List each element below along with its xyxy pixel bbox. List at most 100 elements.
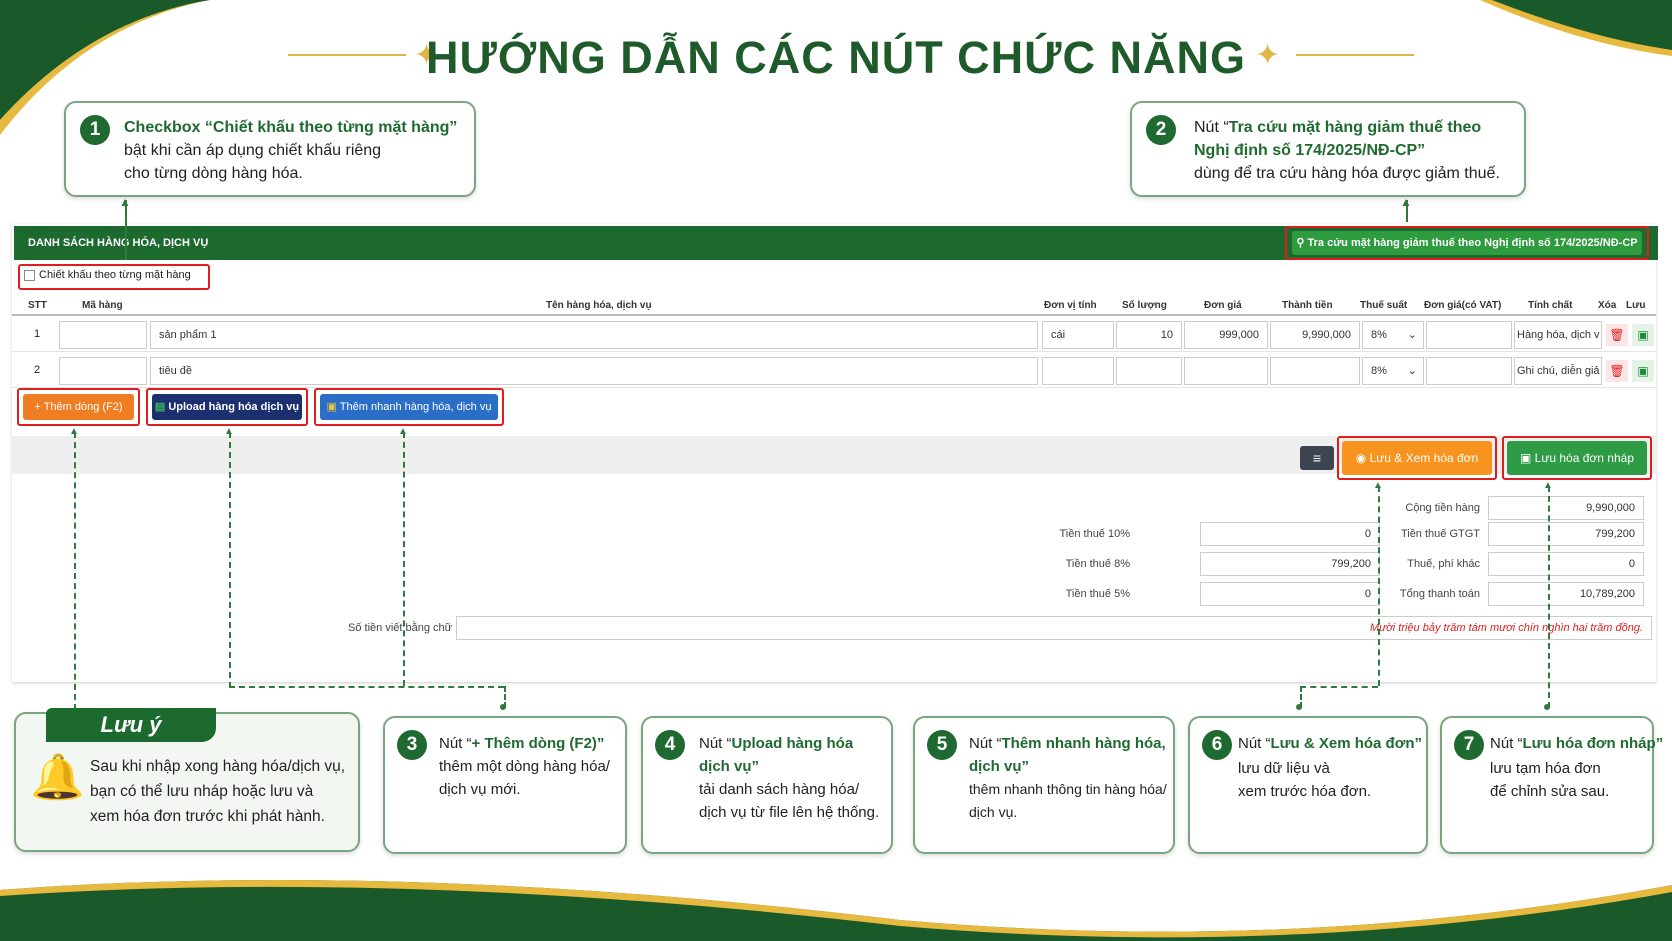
table-row: 1 sản phẩm 1 cái 10 999,000 9,990,000 8%… — [12, 318, 1656, 352]
col-delete: Xóa — [1598, 300, 1617, 311]
arrow-up-icon: ▲ — [224, 426, 234, 437]
note-title: Lưu ý — [46, 708, 216, 742]
row-price-vat-input[interactable] — [1426, 321, 1512, 349]
col-code: Mã hàng — [82, 300, 123, 311]
total-value: 0 — [1200, 582, 1380, 606]
add-row-button[interactable]: + Thêm dòng (F2) — [23, 394, 134, 420]
row-nature-select[interactable]: Hàng hóa, dịch v — [1514, 321, 1602, 349]
row-amount-input[interactable] — [1270, 357, 1360, 385]
excel-icon: ▤ — [154, 401, 169, 413]
save-icon[interactable]: ▣ — [1632, 324, 1654, 346]
total-value: 799,200 — [1200, 552, 1380, 576]
connector-6 — [1378, 486, 1380, 686]
callout-6: 6 Nút “Lưu & Xem hóa đơn” lưu dữ liệu và… — [1188, 716, 1428, 854]
callout-title: dịch vụ” — [969, 758, 1030, 775]
row-name-input[interactable]: sản phẩm 1 — [150, 321, 1038, 349]
callout-text: tải danh sách hàng hóa/ — [699, 781, 860, 798]
chevron-down-icon: ⌄ — [1407, 329, 1417, 341]
discount-checkbox[interactable] — [24, 270, 35, 281]
note-text: xem hóa đơn trước khi phát hành. — [90, 808, 325, 825]
save-icon[interactable]: ▣ — [1632, 360, 1654, 382]
callout-3: 3 Nút “+ Thêm dòng (F2)” thêm một dòng h… — [383, 716, 627, 854]
row-price-input[interactable] — [1184, 357, 1268, 385]
callout-4: 4 Nút “Upload hàng hóa dịch vụ” tải danh… — [641, 716, 893, 854]
upload-items-button[interactable]: ▤ Upload hàng hóa dịch vụ — [152, 394, 302, 420]
trash-icon[interactable]: 🗑 — [1606, 324, 1628, 346]
menu-icon[interactable]: ≡ — [1300, 446, 1334, 470]
callout-1: 1 Checkbox “Chiết khấu theo từng mặt hàn… — [64, 101, 476, 197]
col-price-vat: Đơn giá(có VAT) — [1424, 300, 1502, 311]
save-and-view-button[interactable]: ◉ Lưu & Xem hóa đơn — [1342, 441, 1492, 475]
row-unit-input[interactable]: cái — [1042, 321, 1114, 349]
col-name: Tên hàng hóa, dịch vụ — [546, 300, 652, 311]
section-title: DANH SÁCH HÀNG HÓA, DỊCH VỤ — [28, 237, 209, 249]
total-value: 9,990,000 — [1488, 496, 1644, 520]
box-icon: ▣ — [326, 401, 340, 413]
row-stt: 2 — [34, 364, 41, 376]
connector-3 — [229, 432, 231, 688]
row-qty-input[interactable]: 10 — [1116, 321, 1182, 349]
connector-dot — [500, 704, 506, 710]
connector-6-h — [1300, 686, 1378, 688]
row-tax-select[interactable]: 8% ⌄ — [1362, 321, 1424, 349]
guide-page: ✦ ✦ HƯỚNG DẪN CÁC NÚT CHỨC NĂNG 1 Checkb… — [0, 0, 1672, 941]
callout-prefix: Nút “ — [1194, 119, 1229, 136]
connector-5 — [403, 432, 405, 686]
step-number: 1 — [80, 115, 110, 145]
connector-3-h — [229, 686, 504, 688]
note-text: Sau khi nhập xong hàng hóa/dịch vụ, — [90, 758, 346, 775]
row-amount-input[interactable]: 9,990,000 — [1270, 321, 1360, 349]
col-amount: Thành tiền — [1282, 300, 1333, 311]
callout-title: Lưu & Xem hóa đơn” — [1270, 735, 1423, 752]
trash-icon[interactable]: 🗑 — [1606, 360, 1628, 382]
eye-icon: ◉ — [1355, 451, 1370, 465]
callout-prefix: Nút “ — [1238, 735, 1271, 752]
callout-title: + Thêm dòng (F2)” — [471, 735, 605, 752]
step-number: 3 — [397, 730, 427, 760]
callout-title: Upload hàng hóa — [731, 735, 854, 752]
amount-words-label: Số tiền viết bằng chữ — [348, 622, 452, 634]
total-label: Tiền thuế 8% — [1065, 558, 1130, 570]
floppy-icon: ▣ — [1520, 451, 1535, 465]
callout-text: dịch vụ từ file lên hệ thống. — [699, 804, 880, 821]
callout-title: Nghị định số 174/2025/NĐ-CP” — [1194, 142, 1426, 159]
row-qty-input[interactable] — [1116, 357, 1182, 385]
col-save: Lưu — [1626, 300, 1646, 311]
connector-note — [74, 432, 76, 710]
callout-title: Checkbox “Chiết khấu theo từng mặt hàng” — [124, 119, 458, 136]
callout-text: cho từng dòng hàng hóa. — [124, 165, 303, 182]
row-price-input[interactable]: 999,000 — [1184, 321, 1268, 349]
total-value: 0 — [1200, 522, 1380, 546]
callout-text: thêm nhanh thông tin hàng hóa/ — [969, 781, 1167, 797]
save-draft-button[interactable]: ▣ Lưu hóa đơn nháp — [1507, 441, 1647, 475]
arrow-up-icon: ▲ — [1543, 480, 1553, 491]
plus-icon: + — [34, 401, 44, 413]
arrow-up-icon: ▲ — [119, 195, 131, 209]
callout-title: Thêm nhanh hàng hóa, — [1001, 735, 1166, 752]
row-unit-input[interactable] — [1042, 357, 1114, 385]
bell-icon: 🔔 — [30, 753, 85, 802]
total-value: 10,789,200 — [1488, 582, 1644, 606]
callout-text: xem trước hóa đơn. — [1238, 783, 1372, 800]
row-price-vat-input[interactable] — [1426, 357, 1512, 385]
callout-text: dịch vụ. — [969, 804, 1018, 820]
arrow-up-icon: ▲ — [398, 426, 408, 437]
callout-title: Tra cứu mặt hàng giảm thuế theo — [1228, 119, 1482, 136]
callout-text: dịch vụ mới. — [439, 781, 521, 798]
row-name-input[interactable]: tiêu đề — [150, 357, 1038, 385]
row-tax-select[interactable]: 8% ⌄ — [1362, 357, 1424, 385]
step-number: 2 — [1146, 115, 1176, 145]
row-nature-select[interactable]: Ghi chú, diễn giả — [1514, 357, 1602, 385]
row-code-input[interactable] — [59, 357, 147, 385]
row-code-input[interactable] — [59, 321, 147, 349]
connector-1 — [125, 200, 127, 260]
connector-dot — [1544, 704, 1550, 710]
step-number: 5 — [927, 730, 957, 760]
bottom-wave-decoration — [0, 880, 1672, 941]
step-number: 7 — [1454, 730, 1484, 760]
total-value: 0 — [1488, 552, 1644, 576]
quick-add-button[interactable]: ▣ Thêm nhanh hàng hóa, dịch vụ — [320, 394, 498, 420]
highlight-lookup — [1285, 226, 1649, 260]
col-price: Đơn giá — [1204, 300, 1242, 311]
note-text: bạn có thể lưu nháp hoặc lưu và — [90, 783, 314, 800]
